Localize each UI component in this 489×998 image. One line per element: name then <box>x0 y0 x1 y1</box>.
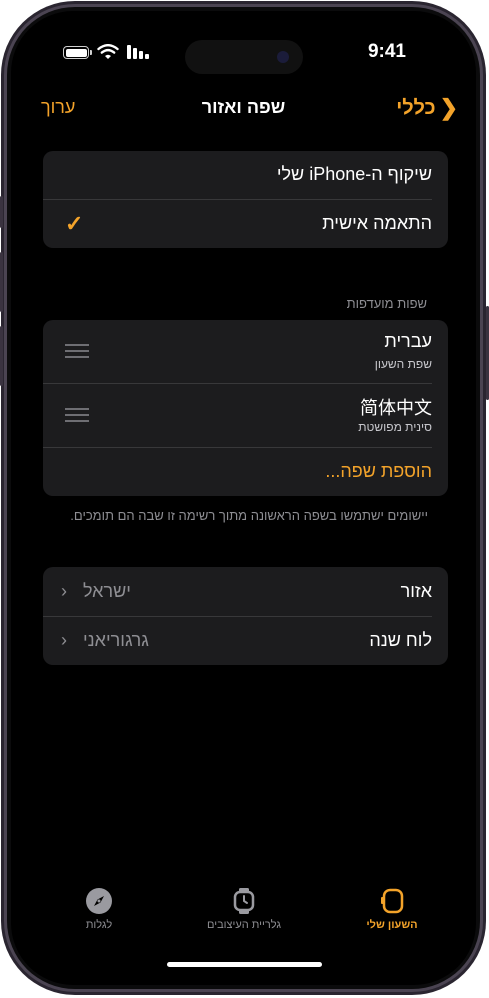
tab-my-watch[interactable]: השעון שלי <box>357 887 427 931</box>
language-name: 简体中文 <box>360 398 432 418</box>
chevron-right-icon: ❯ <box>439 95 458 120</box>
region-row[interactable]: אזור ישראל ‹ <box>43 567 448 616</box>
calendar-row[interactable]: לוח שנה גרגוריאני ‹ <box>43 617 448 665</box>
back-button-label: כללי <box>396 97 436 119</box>
language-row-hebrew[interactable]: עברית שפת השעון <box>43 320 448 383</box>
calendar-value: גרגוריאני <box>83 630 149 650</box>
language-subtitle: סינית מפושטת <box>358 420 432 434</box>
custom-option-label: התאמה אישית <box>322 213 432 233</box>
calendar-label: לוח שנה <box>369 630 432 650</box>
add-language-button[interactable]: הוספת שפה... <box>43 448 448 496</box>
tab-label: השעון שלי <box>366 919 418 931</box>
dynamic-island <box>185 40 303 74</box>
reorder-handle-icon[interactable] <box>65 408 89 422</box>
screen: 9:41 ערוך שפה ואזור כללי ❯ שיקוף ה-iPhone… <box>11 11 476 985</box>
reorder-handle-icon[interactable] <box>65 344 89 358</box>
battery-icon <box>63 46 92 59</box>
preferred-languages-header: שפות מועדפות <box>346 296 427 311</box>
navigation-bar: ערוך שפה ואזור כללי ❯ <box>11 95 476 125</box>
language-row-chinese[interactable]: 简体中文 סינית מפושטת <box>43 384 448 447</box>
compass-icon <box>85 887 113 915</box>
chevron-left-icon: ‹ <box>61 630 67 650</box>
tab-label: גלריית העיצובים <box>206 919 282 931</box>
language-name: עברית <box>384 331 432 351</box>
checkmark-icon: ✓ <box>65 211 84 236</box>
custom-option[interactable]: התאמה אישית ✓ <box>43 200 448 248</box>
tab-label: לגלות <box>85 919 113 931</box>
mirror-iphone-option[interactable]: שיקוף ה-iPhone שלי <box>43 151 448 199</box>
language-subtitle: שפת השעון <box>374 357 432 371</box>
tab-face-gallery[interactable]: גלריית העיצובים <box>189 887 299 931</box>
action-button <box>0 196 3 228</box>
home-indicator[interactable] <box>167 962 322 967</box>
tab-discover[interactable]: לגלות <box>64 887 134 931</box>
mode-options-group: שיקוף ה-iPhone שלי התאמה אישית ✓ <box>43 151 448 248</box>
watch-icon <box>230 887 258 915</box>
add-language-label: הוספת שפה... <box>325 461 432 481</box>
volume-down-button <box>0 326 3 386</box>
volume-up-button <box>0 252 3 312</box>
watch-side-icon <box>378 887 406 915</box>
status-bar: 9:41 <box>11 11 476 74</box>
region-settings-group: אזור ישראל ‹ לוח שנה גרגוריאני ‹ <box>43 567 448 665</box>
region-value: ישראל <box>83 581 131 601</box>
languages-footer-note: יישומים ישתמשו בשפה הראשונה מתוך רשימה ז… <box>70 508 428 523</box>
status-time: 9:41 <box>367 41 406 62</box>
back-button[interactable]: כללי ❯ <box>396 95 458 121</box>
mirror-iphone-label: שיקוף ה-iPhone שלי <box>276 164 432 184</box>
wifi-icon <box>97 44 119 59</box>
chevron-left-icon: ‹ <box>61 581 67 601</box>
iphone-frame: 9:41 ערוך שפה ואזור כללי ❯ שיקוף ה-iPhone… <box>0 0 489 998</box>
region-label: אזור <box>400 581 432 601</box>
tab-bar: לגלות גלריית העיצובים השעון שלי <box>11 881 476 951</box>
signal-icon <box>127 45 149 59</box>
preferred-languages-group: עברית שפת השעון 简体中文 סינית מפושטת הוספת … <box>43 320 448 496</box>
